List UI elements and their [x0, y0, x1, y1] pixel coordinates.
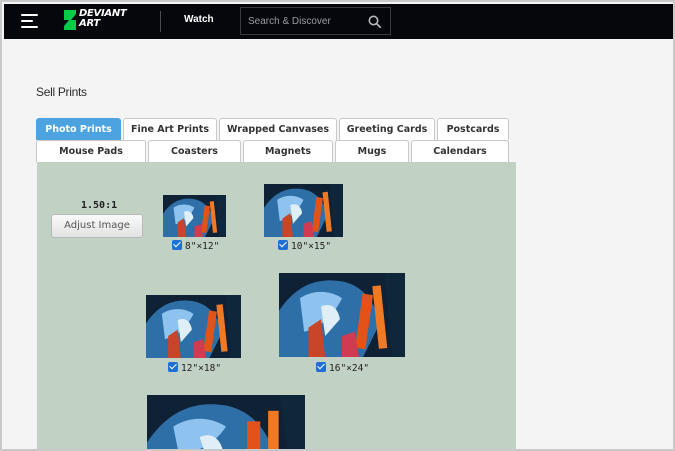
artwork-thumbnail-image [146, 295, 241, 358]
top-navigation-bar: DEVIANT ART Watch Search & Discover [4, 4, 673, 39]
size-label-16x24: 16"×24" [329, 363, 370, 374]
watch-link[interactable]: Watch [184, 14, 214, 25]
print-preview-8x12[interactable] [163, 195, 226, 237]
checkbox-12x18[interactable] [168, 362, 178, 372]
tab-calendars[interactable]: Calendars [411, 140, 509, 162]
artwork-thumbnail-image [264, 184, 343, 237]
print-preview-16x24[interactable] [279, 273, 405, 357]
search-input[interactable]: Search & Discover [248, 16, 331, 27]
deviantart-logo-icon[interactable] [61, 9, 79, 31]
adjust-image-button[interactable]: Adjust Image [51, 214, 143, 238]
artwork-thumbnail-image [163, 195, 226, 237]
tab-wrapped-canvases[interactable]: Wrapped Canvases [219, 118, 337, 140]
tab-greeting-cards[interactable]: Greeting Cards [339, 118, 435, 140]
search-icon[interactable] [368, 15, 381, 28]
tab-mouse-pads[interactable]: Mouse Pads [36, 140, 146, 162]
checkbox-8x12[interactable] [172, 240, 182, 250]
artwork-thumbnail-image [147, 395, 305, 449]
search-box[interactable]: Search & Discover [240, 7, 391, 35]
size-option-10x15[interactable]: 10"×15" [278, 240, 331, 253]
print-preview-large[interactable] [147, 395, 305, 449]
checkbox-10x15[interactable] [278, 240, 288, 250]
logo-wordmark[interactable]: DEVIANT ART [79, 9, 127, 29]
artwork-thumbnail-image [279, 273, 405, 357]
menu-icon[interactable] [21, 14, 38, 28]
browser-frame: DEVIANT ART Watch Search & Discover Sell… [0, 0, 675, 451]
size-label-10x15: 10"×15" [291, 241, 332, 252]
checkbox-16x24[interactable] [316, 362, 326, 372]
tab-postcards[interactable]: Postcards [437, 118, 509, 140]
tab-photo-prints[interactable]: Photo Prints [36, 118, 121, 140]
size-label-12x18: 12"×18" [181, 363, 222, 374]
tab-magnets[interactable]: Magnets [243, 140, 333, 162]
print-preview-12x18[interactable] [146, 295, 241, 358]
size-label-8x12: 8"×12" [185, 241, 220, 252]
aspect-ratio-label: 1.50:1 [81, 200, 118, 211]
tab-mugs[interactable]: Mugs [335, 140, 409, 162]
page-title: Sell Prints [36, 85, 87, 99]
header-divider [160, 11, 161, 32]
size-option-8x12[interactable]: 8"×12" [172, 240, 219, 253]
tab-fine-art-prints[interactable]: Fine Art Prints [123, 118, 217, 140]
size-option-12x18[interactable]: 12"×18" [168, 362, 221, 375]
size-option-16x24[interactable]: 16"×24" [316, 362, 369, 375]
print-preview-10x15[interactable] [264, 184, 343, 237]
tab-coasters[interactable]: Coasters [148, 140, 241, 162]
logo-line-2: ART [79, 18, 100, 29]
